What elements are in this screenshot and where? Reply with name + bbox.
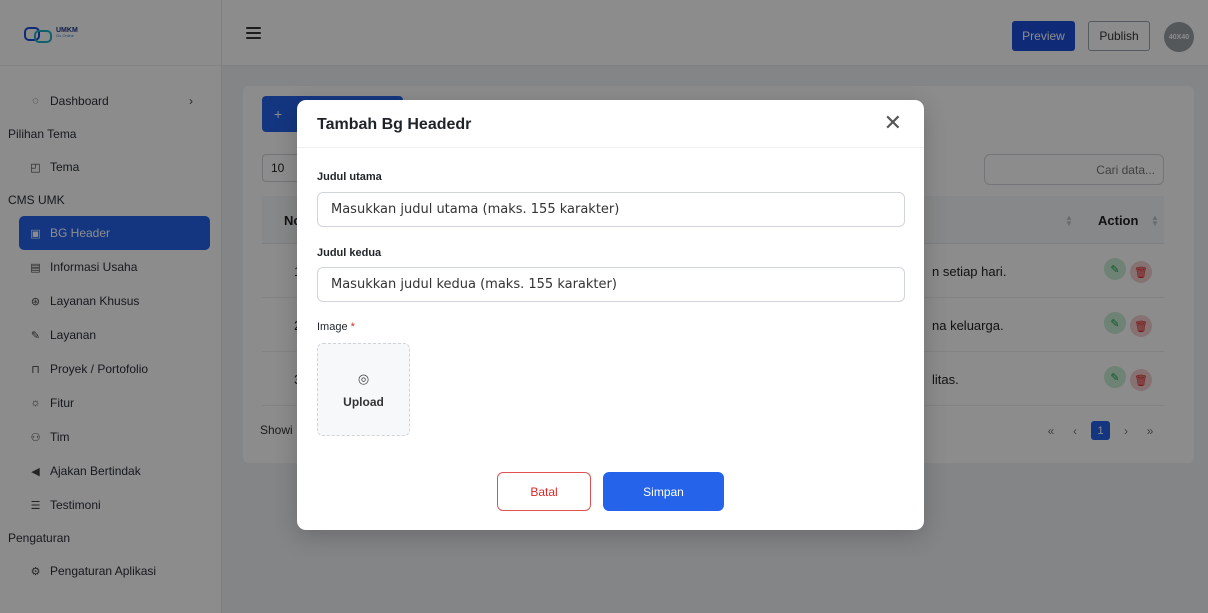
save-button[interactable]: Simpan: [603, 472, 724, 511]
cancel-button[interactable]: Batal: [497, 472, 591, 511]
required-mark: *: [350, 321, 355, 333]
judul-utama-input[interactable]: Masukkan judul utama (maks. 155 karakter…: [317, 192, 905, 227]
image-label: Image *: [317, 321, 355, 333]
judul-kedua-label: Judul kedua: [317, 247, 382, 259]
judul-utama-label: Judul utama: [317, 171, 382, 183]
upload-label: Upload: [343, 394, 384, 409]
camera-icon: ◎: [357, 370, 370, 386]
modal-title: Tambah Bg Headedr: [317, 116, 472, 133]
judul-kedua-input[interactable]: Masukkan judul kedua (maks. 155 karakter…: [317, 267, 905, 302]
modal-header: Tambah Bg Headedr ✕: [297, 100, 924, 148]
close-icon[interactable]: ✕: [884, 112, 902, 134]
add-bg-header-modal: Tambah Bg Headedr ✕ Judul utama Masukkan…: [297, 100, 924, 530]
image-upload[interactable]: ◎ Upload: [317, 343, 410, 436]
